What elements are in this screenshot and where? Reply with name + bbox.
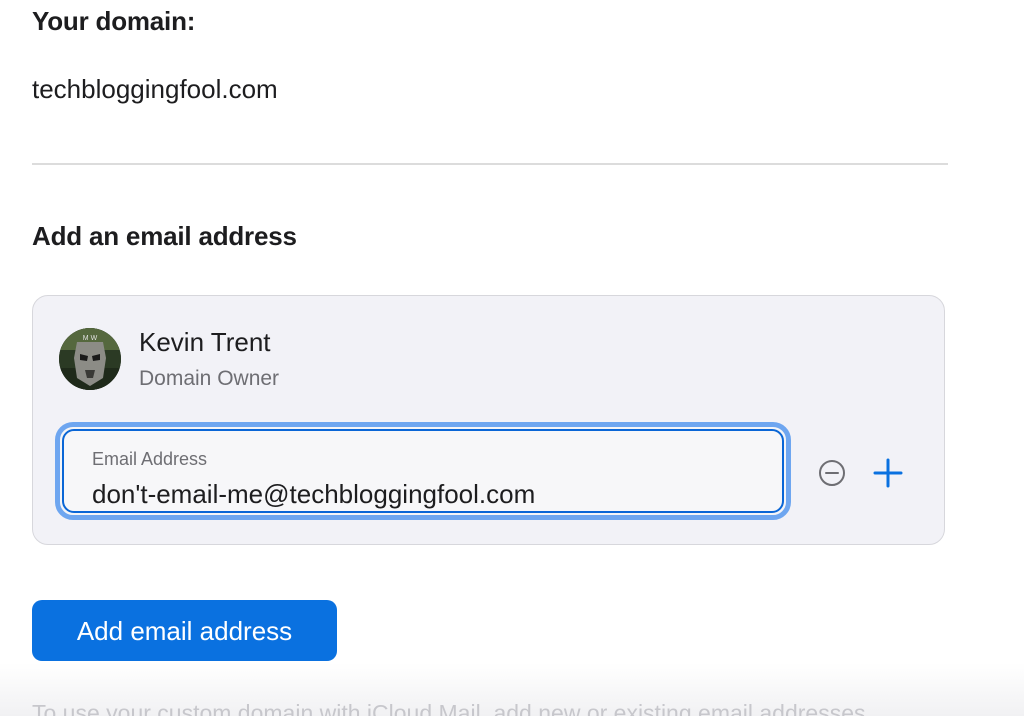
owner-role: Domain Owner xyxy=(139,367,280,390)
email-address-card: M W Kevin Trent Domain Owner Email Addre… xyxy=(32,295,945,545)
email-field-value[interactable]: don't-email-me@techbloggingfool.com xyxy=(92,479,535,510)
footnote-text: To use your custom domain with iCloud Ma… xyxy=(32,700,866,716)
avatar-image: M W xyxy=(59,328,121,390)
email-field-label: Email Address xyxy=(92,449,208,469)
add-email-heading: Add an email address xyxy=(32,221,297,251)
email-field-box[interactable]: Email Address don't-email-me@techbloggin… xyxy=(62,429,784,513)
domain-value: techbloggingfool.com xyxy=(32,74,278,104)
remove-email-button[interactable] xyxy=(818,459,846,487)
plus-icon xyxy=(873,458,903,488)
avatar: M W xyxy=(59,328,121,390)
minus-circle-icon xyxy=(819,460,845,486)
svg-text:M W: M W xyxy=(83,335,98,342)
custom-domain-page: Your domain: techbloggingfool.com Add an… xyxy=(0,0,1024,716)
add-another-email-button[interactable] xyxy=(872,457,904,489)
domain-heading: Your domain: xyxy=(32,6,196,36)
owner-name: Kevin Trent xyxy=(139,327,271,357)
add-email-address-button[interactable]: Add email address xyxy=(32,600,337,661)
email-address-field[interactable]: Email Address don't-email-me@techbloggin… xyxy=(55,422,791,520)
section-divider xyxy=(32,163,948,165)
